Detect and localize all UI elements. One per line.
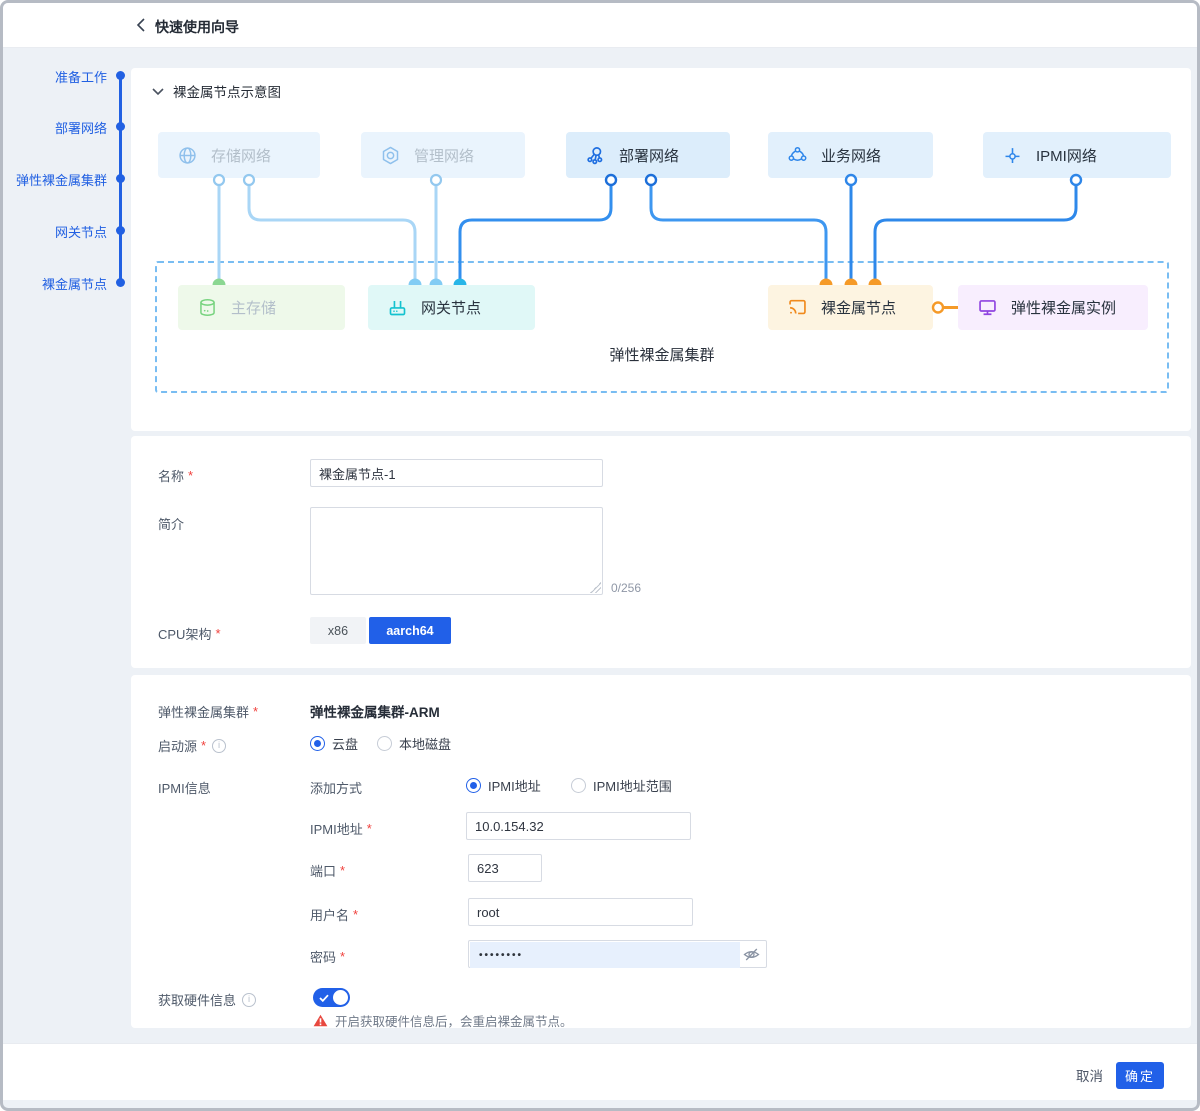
textarea-resize-handle[interactable] (590, 582, 601, 593)
username-label: 用户名* (310, 905, 358, 924)
ipmi-address-input[interactable] (466, 812, 691, 840)
sidebar-step-deploy-network[interactable]: 部署网络 (3, 118, 107, 137)
description-textarea[interactable] (310, 507, 603, 595)
back-button[interactable] (130, 14, 152, 36)
step-dot (116, 122, 125, 131)
password-masked-value: •••••••• (479, 950, 523, 961)
cluster-field-label: 弹性裸金属集群* (158, 702, 258, 721)
diagram-card: 裸金属节点示意图 弹性裸金属集群 存储网络 管理网络 部署网络 (131, 68, 1191, 431)
sidebar-step-cluster[interactable]: 弹性裸金属集群 (3, 170, 107, 189)
basic-info-card: 名称* 简介 0/256 CPU架构* x86 aarch64 (131, 436, 1191, 668)
ipmi-address-label: IPMI地址* (310, 819, 372, 838)
hardware-info-warning: 开启获取硬件信息后，会重启裸金属节点。 (313, 1011, 573, 1030)
cpu-arch-option-x86[interactable]: x86 (310, 617, 366, 644)
confirm-button[interactable]: 确定 (1116, 1062, 1164, 1089)
quick-start-wizard-page: 快速使用向导 准备工作 部署网络 弹性裸金属集群 网关节点 裸金属节点 裸金属节… (0, 0, 1200, 1111)
description-label: 简介 (158, 514, 184, 533)
cancel-button[interactable]: 取消 (1076, 1065, 1103, 1085)
warning-text: 开启获取硬件信息后，会重启裸金属节点。 (335, 1011, 573, 1030)
port-input[interactable] (468, 854, 542, 882)
sidebar-step-gateway[interactable]: 网关节点 (3, 222, 107, 241)
password-input[interactable]: •••••••• (468, 940, 767, 968)
required-mark: * (340, 863, 345, 878)
cpu-arch-option-aarch64[interactable]: aarch64 (369, 617, 451, 644)
username-input[interactable] (468, 898, 693, 926)
port-label: 端口* (310, 861, 345, 880)
name-label: 名称* (158, 466, 193, 485)
diagram-connections (131, 68, 1191, 431)
char-counter: 0/256 (611, 581, 641, 595)
required-mark: * (188, 468, 193, 483)
radio-icon (571, 778, 586, 793)
radio-selected-icon (466, 778, 481, 793)
hardware-info-label: 获取硬件信息 i (158, 990, 256, 1009)
required-mark: * (253, 704, 258, 719)
required-mark: * (201, 738, 206, 753)
toggle-knob (333, 990, 348, 1005)
info-icon[interactable]: i (242, 993, 256, 1007)
ipmi-config-card: 弹性裸金属集群* 弹性裸金属集群-ARM 启动源* i 云盘 本地磁盘 IPMI… (131, 675, 1191, 1028)
add-method-label: 添加方式 (310, 778, 362, 797)
boot-source-option-cloud-disk[interactable]: 云盘 (310, 734, 358, 753)
required-mark: * (353, 907, 358, 922)
password-label: 密码* (310, 947, 345, 966)
required-mark: * (340, 949, 345, 964)
radio-selected-icon (310, 736, 325, 751)
cluster-field-value: 弹性裸金属集群-ARM (310, 701, 440, 721)
chevron-left-icon (136, 18, 146, 32)
radio-icon (377, 736, 392, 751)
boot-source-label: 启动源* i (158, 736, 226, 755)
check-icon (319, 994, 329, 1002)
toggle-password-visibility-button[interactable] (743, 946, 760, 968)
cpu-arch-label: CPU架构* (158, 624, 221, 643)
add-method-option-ipmi-range[interactable]: IPMI地址范围 (571, 776, 672, 795)
hardware-info-toggle[interactable] (313, 988, 350, 1007)
step-dot (116, 174, 125, 183)
page-title: 快速使用向导 (155, 17, 239, 37)
eye-hidden-icon (743, 946, 760, 963)
add-method-option-ipmi-address[interactable]: IPMI地址 (466, 776, 541, 795)
name-input[interactable] (310, 459, 603, 487)
required-mark: * (215, 626, 220, 641)
app-header: 快速使用向导 (3, 3, 1197, 48)
password-autofill-area: •••••••• (470, 942, 740, 968)
step-dot (116, 278, 125, 287)
step-dot (116, 226, 125, 235)
ipmi-group-label: IPMI信息 (158, 778, 211, 797)
info-icon[interactable]: i (212, 739, 226, 753)
sidebar-step-baremetal[interactable]: 裸金属节点 (3, 274, 107, 293)
boot-source-option-local-disk[interactable]: 本地磁盘 (377, 734, 451, 753)
warning-triangle-icon (313, 1014, 328, 1027)
footer-action-bar (3, 1043, 1197, 1100)
step-dot (116, 71, 125, 80)
sidebar-step-prepare[interactable]: 准备工作 (3, 67, 107, 86)
required-mark: * (367, 821, 372, 836)
